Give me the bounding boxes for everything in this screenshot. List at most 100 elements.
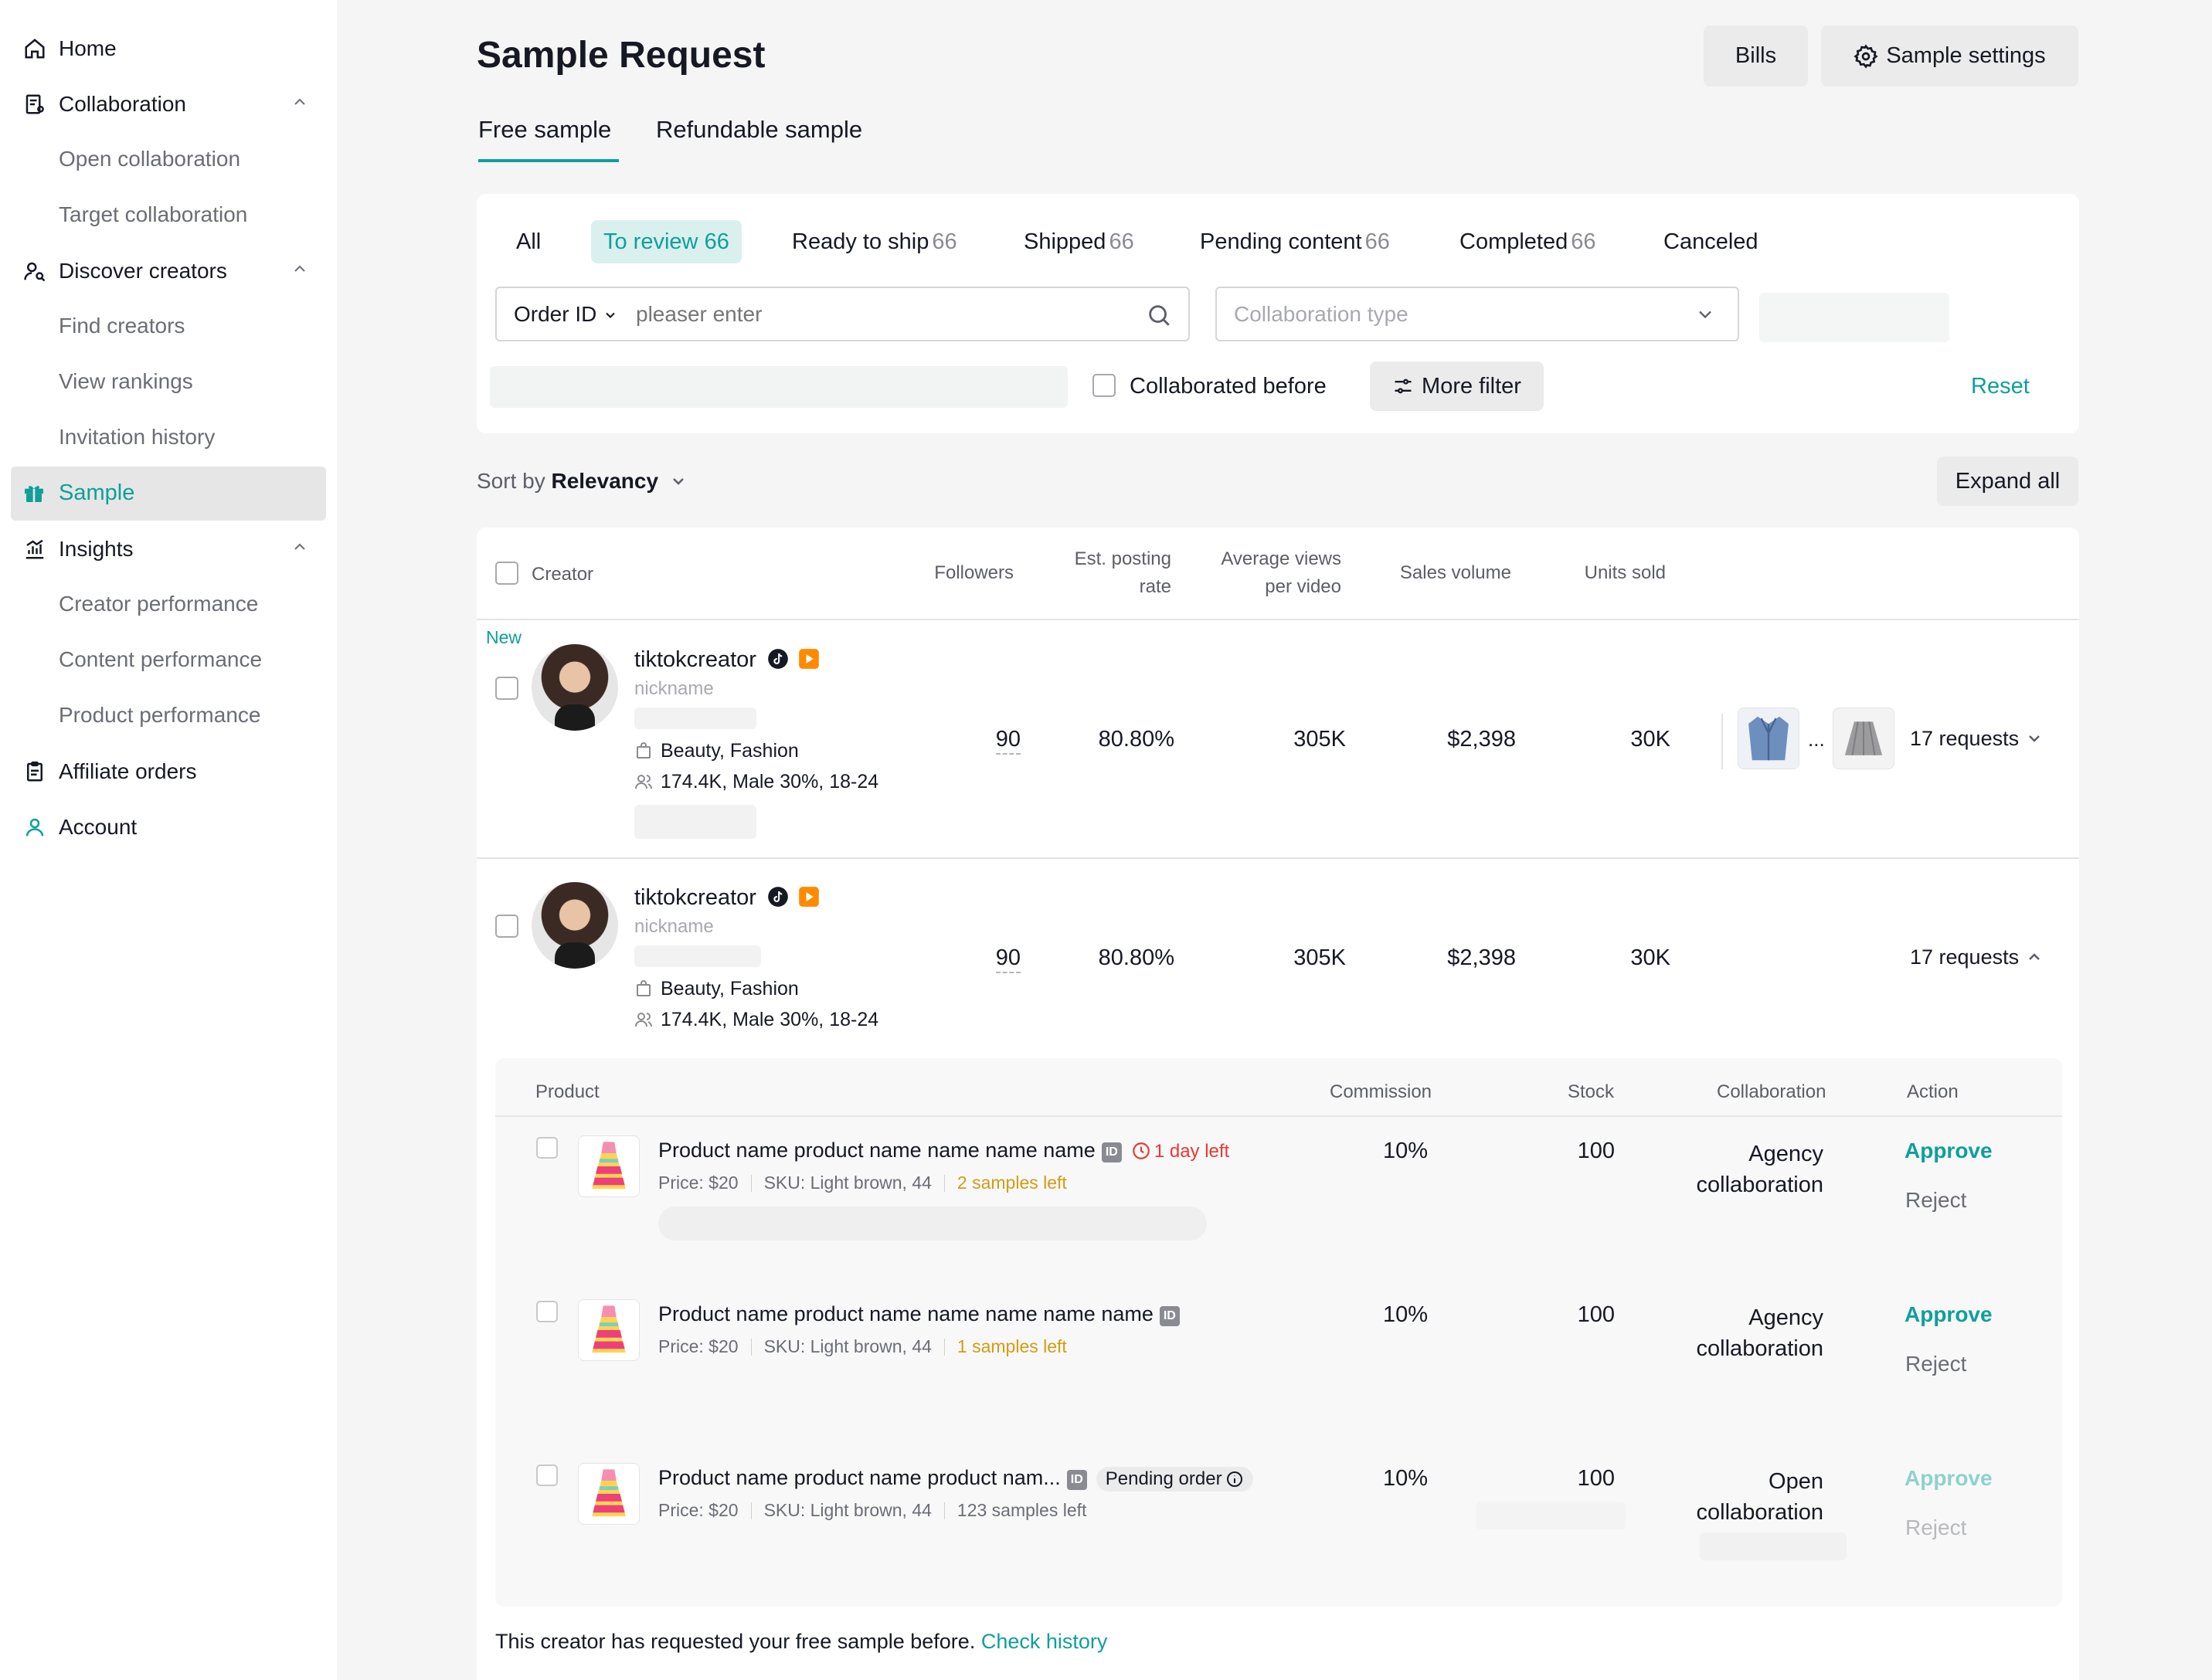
subheader-product: Product bbox=[535, 1081, 600, 1102]
status-tab-canceled[interactable]: Canceled bbox=[1663, 220, 1758, 263]
sort-by-value: Relevancy bbox=[551, 469, 659, 493]
sidebar-item-home[interactable]: Home bbox=[0, 36, 337, 62]
product-thumbnail-skirt[interactable] bbox=[1833, 708, 1894, 769]
divider bbox=[1721, 714, 1723, 769]
divider bbox=[477, 619, 2079, 620]
creator-name[interactable]: tiktokcreator bbox=[634, 885, 820, 911]
header-posting-rate: Est. posting rate bbox=[1074, 548, 1171, 597]
product-thumbnail-dress[interactable] bbox=[578, 1299, 640, 1361]
requests-toggle[interactable]: 17 requests bbox=[1910, 945, 2044, 969]
collaboration-type-value: Agency collaboration bbox=[1696, 1305, 1823, 1361]
order-id-select[interactable]: Order ID bbox=[514, 302, 618, 327]
filter-sliders-icon bbox=[1392, 375, 1414, 397]
history-note-text: This creator has requested your free sam… bbox=[495, 1630, 976, 1653]
tab-free-sample[interactable]: Free sample bbox=[478, 116, 611, 144]
status-tab-all[interactable]: All bbox=[516, 220, 541, 263]
creator-audience: 174.4K, Male 30%, 18-24 bbox=[634, 1009, 878, 1031]
subheader-action: Action bbox=[1907, 1081, 1959, 1102]
creator-audience: 174.4K, Male 30%, 18-24 bbox=[634, 771, 878, 793]
page-title: Sample Request bbox=[477, 35, 766, 76]
product-thumbnail-blazer[interactable] bbox=[1738, 708, 1799, 769]
sidebar-subitem-creator-performance[interactable]: Creator performance bbox=[59, 592, 258, 616]
approve-button-disabled[interactable]: Approve bbox=[1904, 1466, 1993, 1491]
product-checkbox[interactable] bbox=[536, 1301, 558, 1322]
commission-value: 10% bbox=[1382, 1466, 1428, 1491]
info-icon[interactable] bbox=[1225, 1470, 1244, 1488]
tab-refundable-sample[interactable]: Refundable sample bbox=[656, 116, 862, 144]
chevron-down-icon bbox=[2029, 735, 2040, 742]
creator-nickname: nickname bbox=[634, 678, 714, 699]
product-checkbox[interactable] bbox=[536, 1464, 558, 1486]
sidebar-subitem-content-performance[interactable]: Content performance bbox=[59, 647, 262, 672]
avatar[interactable] bbox=[532, 644, 618, 731]
status-tab-to-review[interactable]: To review 66 bbox=[591, 220, 742, 263]
sidebar-subitem-product-performance[interactable]: Product performance bbox=[59, 703, 260, 728]
user-icon bbox=[22, 814, 48, 840]
expand-all-button[interactable]: Expand all bbox=[1937, 456, 2078, 506]
approve-button[interactable]: Approve bbox=[1904, 1139, 1993, 1163]
product-thumbnail-dress[interactable] bbox=[578, 1463, 640, 1525]
header-followers: Followers bbox=[934, 562, 1014, 583]
stock-value: 100 bbox=[1577, 1302, 1615, 1327]
status-tab-ready-to-ship[interactable]: Ready to ship 66 bbox=[792, 220, 957, 263]
product-name[interactable]: Product name product name product nam...… bbox=[658, 1466, 1253, 1492]
chevron-up-icon bbox=[291, 92, 309, 117]
sidebar-item-insights[interactable]: Insights bbox=[0, 536, 337, 562]
reject-button[interactable]: Reject bbox=[1905, 1188, 1966, 1213]
collaboration-type-select[interactable]: Collaboration type bbox=[1215, 287, 1739, 341]
placeholder-filter bbox=[490, 366, 1068, 408]
product-thumbnail-dress[interactable] bbox=[578, 1135, 640, 1197]
history-note: This creator has requested your free sam… bbox=[495, 1630, 1107, 1654]
row-checkbox[interactable] bbox=[495, 915, 518, 938]
gift-icon bbox=[22, 480, 46, 509]
creator-name[interactable]: tiktokcreator bbox=[634, 647, 820, 673]
status-tab-completed[interactable]: Completed 66 bbox=[1459, 220, 1596, 263]
avatar[interactable] bbox=[532, 882, 618, 969]
reject-button-disabled[interactable]: Reject bbox=[1905, 1515, 1966, 1540]
bills-button[interactable]: Bills bbox=[1704, 25, 1808, 87]
header-units-sold: Units sold bbox=[1584, 562, 1666, 583]
requests-toggle[interactable]: 17 requests bbox=[1910, 727, 2044, 751]
sidebar-subitem-target-collaboration[interactable]: Target collaboration bbox=[59, 202, 247, 227]
audience-icon bbox=[635, 775, 652, 789]
sort-by-dropdown[interactable]: Sort by Relevancy bbox=[477, 469, 688, 494]
sidebar-item-discover-creators[interactable]: Discover creators bbox=[0, 258, 337, 284]
product-name[interactable]: Product name product name name name name… bbox=[658, 1139, 1229, 1162]
sample-settings-button[interactable]: Sample settings bbox=[1821, 25, 2078, 87]
product-checkbox[interactable] bbox=[536, 1137, 558, 1159]
row-checkbox[interactable] bbox=[495, 677, 518, 700]
approve-button[interactable]: Approve bbox=[1904, 1302, 1993, 1327]
clock-icon bbox=[1132, 1142, 1150, 1159]
sidebar-subitem-view-rankings[interactable]: View rankings bbox=[59, 369, 193, 394]
chevron-up-icon bbox=[2029, 953, 2040, 960]
sidebar-item-label: Discover creators bbox=[59, 259, 227, 283]
reject-button[interactable]: Reject bbox=[1905, 1352, 1966, 1376]
header-average-views: Average views per video bbox=[1221, 548, 1341, 597]
product-name[interactable]: Product name product name name name name… bbox=[658, 1302, 1180, 1326]
sidebar-item-label: Sample bbox=[59, 480, 135, 505]
collaborated-before-checkbox[interactable] bbox=[1092, 374, 1116, 397]
id-badge: ID bbox=[1159, 1306, 1180, 1326]
product-details: Price: $20 SKU: Light brown, 44 2 samples … bbox=[658, 1173, 1067, 1193]
tiktok-icon bbox=[768, 649, 788, 669]
sidebar-subitem-open-collaboration[interactable]: Open collaboration bbox=[59, 147, 240, 171]
check-history-link[interactable]: Check history bbox=[981, 1630, 1108, 1653]
sidebar-item-affiliate-orders[interactable]: Affiliate orders bbox=[0, 759, 337, 785]
insights-chart-icon bbox=[22, 536, 48, 562]
select-all-checkbox[interactable] bbox=[495, 562, 518, 585]
sidebar-item-collaboration[interactable]: Collaboration bbox=[0, 91, 337, 117]
collaborated-before-label: Collaborated before bbox=[1130, 374, 1327, 399]
placeholder-bar bbox=[658, 1207, 1207, 1240]
search-input[interactable] bbox=[636, 296, 1115, 333]
search-icon[interactable] bbox=[1146, 302, 1172, 332]
status-tab-shipped[interactable]: Shipped 66 bbox=[1024, 220, 1134, 263]
reset-button[interactable]: Reset bbox=[1971, 374, 2030, 399]
placeholder-bar bbox=[1476, 1502, 1626, 1529]
creator-category: Beauty, Fashion bbox=[634, 740, 799, 762]
status-tab-pending-content[interactable]: Pending content 66 bbox=[1200, 220, 1390, 263]
sidebar-subitem-invitation-history[interactable]: Invitation history bbox=[59, 425, 215, 450]
sidebar-item-account[interactable]: Account bbox=[0, 814, 337, 840]
more-filter-button[interactable]: More filter bbox=[1370, 361, 1544, 411]
sidebar-item-sample[interactable]: Sample bbox=[11, 467, 326, 521]
sidebar-subitem-find-creators[interactable]: Find creators bbox=[59, 314, 185, 338]
